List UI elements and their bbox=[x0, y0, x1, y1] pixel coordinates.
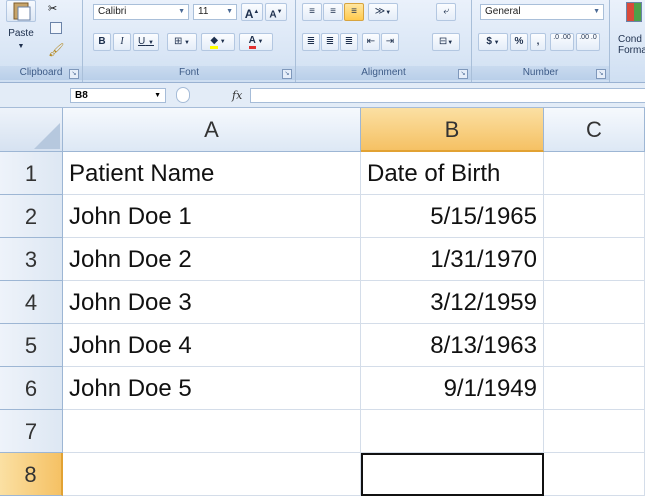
paste-icon[interactable] bbox=[6, 0, 36, 22]
fill-color-button[interactable]: ◆ ▼ bbox=[201, 33, 235, 51]
italic-button[interactable]: I bbox=[113, 33, 131, 51]
chevron-down-icon: ▼ bbox=[226, 8, 233, 15]
number-group-label: Number bbox=[472, 66, 609, 80]
formula-bar: B8 ▼ fx bbox=[0, 83, 645, 108]
cell-c3[interactable] bbox=[544, 238, 645, 281]
number-launcher-icon[interactable]: ↘ bbox=[596, 69, 606, 79]
column-header-a[interactable]: A bbox=[63, 108, 361, 152]
cell-b1[interactable]: Date of Birth bbox=[361, 152, 544, 195]
cell-c8[interactable] bbox=[544, 453, 645, 496]
shrink-font-button[interactable]: A▼ bbox=[265, 3, 287, 21]
align-middle-icon[interactable]: ≡ bbox=[323, 3, 343, 21]
cell-c1[interactable] bbox=[544, 152, 645, 195]
font-name-select[interactable]: Calibri ▼ bbox=[93, 4, 189, 20]
cell-b7[interactable] bbox=[361, 410, 544, 453]
clipboard-group: Paste ▼ ✂ 🖌 Clipboard ↘ bbox=[0, 0, 83, 82]
cell-b2[interactable]: 5/15/1965 bbox=[361, 195, 544, 238]
number-group: General ▼ $ ▼ % , .0 .00 .00 .0 Number ↘ bbox=[472, 0, 610, 82]
paste-button[interactable]: Paste ▼ bbox=[2, 28, 40, 62]
decrease-decimal-button[interactable]: .00 .0 bbox=[576, 33, 600, 51]
align-bottom-icon[interactable]: ≡ bbox=[344, 3, 364, 21]
align-top-icon[interactable]: ≡ bbox=[302, 3, 322, 21]
cell-a5[interactable]: John Doe 4 bbox=[63, 324, 361, 367]
cell-b5[interactable]: 8/13/1963 bbox=[361, 324, 544, 367]
row-header[interactable]: 5 bbox=[0, 324, 63, 367]
select-all-icon bbox=[34, 123, 60, 149]
cell-a7[interactable] bbox=[63, 410, 361, 453]
font-color-button[interactable]: A ▼ bbox=[239, 33, 273, 51]
conditional-formatting-button[interactable]: Cond Forma bbox=[618, 34, 645, 56]
cell-b4[interactable]: 3/12/1959 bbox=[361, 281, 544, 324]
spreadsheet-grid: A B C 1 Patient Name Date of Birth 2 John Do… bbox=[0, 108, 645, 496]
styles-group: Cond Forma bbox=[610, 0, 645, 82]
fill-bucket-icon: ◆ bbox=[210, 35, 219, 49]
chevron-down-icon: ▼ bbox=[17, 43, 25, 50]
chevron-down-icon: ▼ bbox=[178, 8, 185, 15]
font-group-label: Font bbox=[83, 66, 295, 80]
underline-button[interactable]: U ▼ bbox=[133, 33, 159, 51]
cell-c7[interactable] bbox=[544, 410, 645, 453]
align-left-icon[interactable]: ≣ bbox=[302, 33, 320, 51]
chevron-down-icon: ▼ bbox=[593, 8, 600, 15]
row-header[interactable]: 8 bbox=[0, 453, 63, 496]
cut-icon[interactable]: ✂ bbox=[48, 2, 57, 15]
comma-button[interactable]: , bbox=[530, 33, 546, 51]
cell-a3[interactable]: John Doe 2 bbox=[63, 238, 361, 281]
orientation-icon[interactable]: ≫▼ bbox=[368, 3, 398, 21]
grow-font-button[interactable]: A▲ bbox=[241, 3, 263, 21]
insert-function-icon[interactable]: fx bbox=[232, 89, 242, 102]
font-launcher-icon[interactable]: ↘ bbox=[282, 69, 292, 79]
cell-c5[interactable] bbox=[544, 324, 645, 367]
cell-a2[interactable]: John Doe 1 bbox=[63, 195, 361, 238]
column-header-c[interactable]: C bbox=[544, 108, 645, 152]
align-right-icon[interactable]: ≣ bbox=[340, 33, 358, 51]
bold-button[interactable]: B bbox=[93, 33, 111, 51]
conditional-formatting-icon[interactable] bbox=[626, 2, 642, 22]
percent-button[interactable]: % bbox=[510, 33, 528, 51]
row-header[interactable]: 6 bbox=[0, 367, 63, 410]
row-header[interactable]: 1 bbox=[0, 152, 63, 195]
cell-c2[interactable] bbox=[544, 195, 645, 238]
row-header[interactable]: 7 bbox=[0, 410, 63, 453]
row-header[interactable]: 3 bbox=[0, 238, 63, 281]
number-format-select[interactable]: General ▼ bbox=[480, 4, 604, 20]
cell-a4[interactable]: John Doe 3 bbox=[63, 281, 361, 324]
cell-b6[interactable]: 9/1/1949 bbox=[361, 367, 544, 410]
font-size-select[interactable]: 11 ▼ bbox=[193, 4, 237, 20]
wrap-text-icon[interactable]: ⤶ bbox=[436, 3, 456, 21]
alignment-group-label: Alignment bbox=[296, 66, 471, 80]
chevron-down-icon: ▼ bbox=[154, 92, 161, 99]
row-header[interactable]: 2 bbox=[0, 195, 63, 238]
select-all-button[interactable] bbox=[0, 108, 63, 152]
ribbon: Paste ▼ ✂ 🖌 Clipboard ↘ Calibri ▼ 11 ▼ A▲ … bbox=[0, 0, 645, 83]
cell-a8[interactable] bbox=[63, 453, 361, 496]
increase-indent-icon[interactable]: ⇥ bbox=[381, 33, 399, 51]
clipboard-launcher-icon[interactable]: ↘ bbox=[69, 69, 79, 79]
borders-button[interactable]: ⊞ ▼ bbox=[167, 33, 197, 51]
font-group: Calibri ▼ 11 ▼ A▲ A▼ B I U ▼ ⊞ ▼ ◆ ▼ A ▼ F… bbox=[83, 0, 296, 82]
format-painter-icon[interactable]: 🖌 bbox=[48, 42, 65, 58]
cell-a1[interactable]: Patient Name bbox=[63, 152, 361, 195]
column-header-b[interactable]: B bbox=[361, 108, 544, 152]
cell-a6[interactable]: John Doe 5 bbox=[63, 367, 361, 410]
cell-c4[interactable] bbox=[544, 281, 645, 324]
merge-center-icon[interactable]: ⊟▼ bbox=[432, 33, 460, 51]
decrease-indent-icon[interactable]: ⇤ bbox=[362, 33, 380, 51]
formula-bar-expand-icon[interactable] bbox=[176, 87, 190, 103]
cell-c6[interactable] bbox=[544, 367, 645, 410]
cell-b3[interactable]: 1/31/1970 bbox=[361, 238, 544, 281]
paste-label: Paste bbox=[8, 28, 34, 39]
row-header[interactable]: 4 bbox=[0, 281, 63, 324]
alignment-group: ≡ ≡ ≡ ≫▼ ⤶ ≣ ≣ ≣ ⇤ ⇥ ⊟▼ Alignment ↘ bbox=[296, 0, 472, 82]
alignment-launcher-icon[interactable]: ↘ bbox=[458, 69, 468, 79]
formula-input[interactable] bbox=[250, 88, 645, 103]
copy-icon[interactable] bbox=[50, 22, 62, 34]
cell-b8[interactable] bbox=[361, 453, 544, 496]
align-center-icon[interactable]: ≣ bbox=[321, 33, 339, 51]
name-box[interactable]: B8 ▼ bbox=[70, 88, 166, 103]
currency-button[interactable]: $ ▼ bbox=[478, 33, 508, 51]
increase-decimal-button[interactable]: .0 .00 bbox=[550, 33, 574, 51]
